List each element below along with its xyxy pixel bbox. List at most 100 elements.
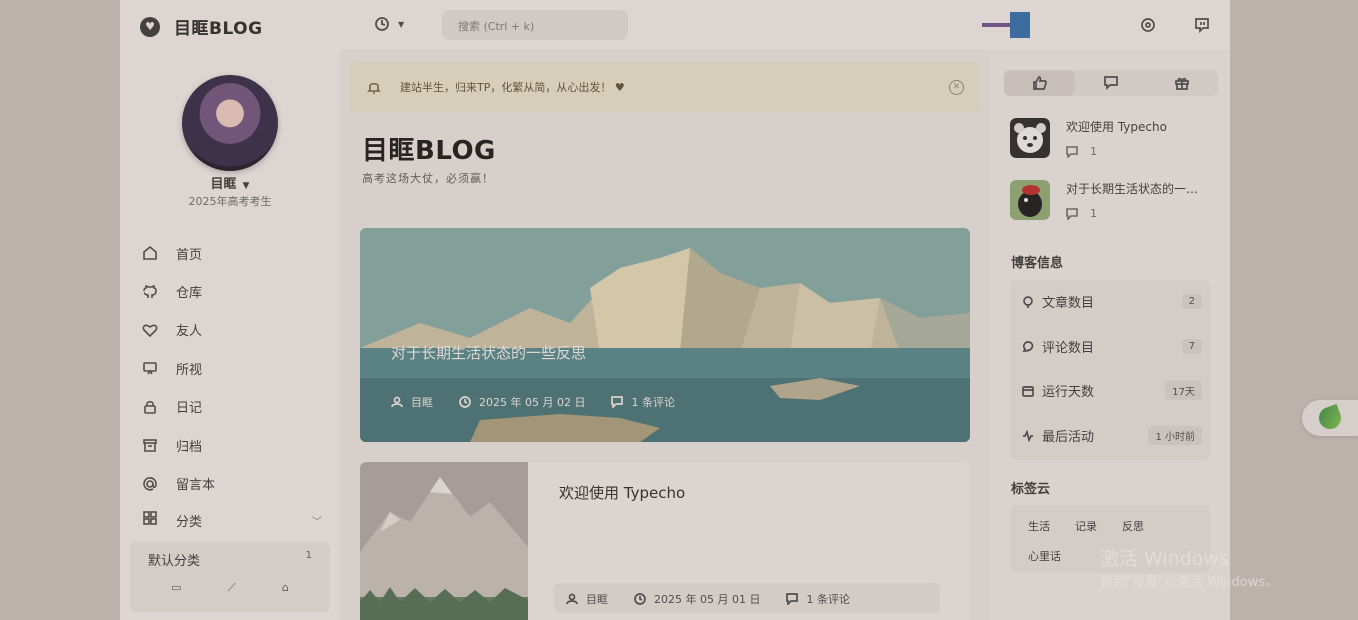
activity-icon <box>1023 429 1033 442</box>
grid-icon <box>142 510 158 530</box>
github-icon <box>142 284 158 300</box>
close-icon[interactable]: ✕ <box>949 79 964 95</box>
heart-icon <box>142 322 158 338</box>
categories-label: 分类 <box>176 514 203 530</box>
message-icon[interactable] <box>1194 17 1210 34</box>
caret-down-icon: ▼ <box>398 19 405 29</box>
leaf-widget-icon[interactable] <box>1302 400 1358 436</box>
info-row-days: 运行天数 17天 <box>1022 381 1202 400</box>
notice-text: 建站半生，归来TP，化繁从简，从心出发！ ♥ <box>400 81 625 94</box>
info-value: 1 小时前 <box>1148 426 1202 445</box>
caret-down-icon: ▼ <box>242 181 250 191</box>
brand[interactable]: ♥ 目眶BLOG <box>140 14 263 39</box>
windows-activation-title: 激活 Windows <box>1100 548 1229 570</box>
comment-icon <box>1022 340 1034 352</box>
nav-label: 留言本 <box>176 478 216 494</box>
tab-gift[interactable] <box>1147 70 1218 96</box>
tag-item[interactable]: 生活 <box>1028 518 1050 534</box>
info-label: 文章数目 <box>1042 296 1095 311</box>
nav-item-diary[interactable]: 日记 <box>142 388 322 426</box>
bell-icon <box>366 79 382 95</box>
recent-post-comments: 1 <box>1090 145 1097 158</box>
post-author: 目眶 <box>411 396 433 409</box>
nav-item-friends[interactable]: 友人 <box>142 311 322 349</box>
github-icon[interactable]: ⌂ <box>282 581 289 595</box>
nav-item-repo[interactable]: 仓库 <box>142 272 322 310</box>
tag-item[interactable]: 心里话 <box>1028 548 1061 564</box>
tag-item[interactable]: 反思 <box>1122 518 1144 534</box>
sidebar-nav: 首页 仓库 友人 所视 日记 归档 留言本 <box>142 234 322 503</box>
windows-activation-text: 转到"设置"以激活 Windows。 <box>1100 575 1279 590</box>
thumbs-up-icon <box>1032 76 1047 90</box>
monitor-icon <box>142 360 158 376</box>
post-title[interactable]: 对于长期生活状态的一些反思 <box>391 342 586 363</box>
post-meta: 目眶 2025 年 05 月 01 日 1 条评论 <box>566 591 850 607</box>
gift-icon <box>1175 77 1190 90</box>
nav-label: 仓库 <box>176 286 203 302</box>
calendar-icon <box>1022 385 1034 397</box>
recent-post-item[interactable]: 欢迎使用 Typecho 1 <box>1010 118 1220 158</box>
flag-icon[interactable] <box>982 12 1030 38</box>
archive-icon <box>142 437 158 453</box>
recent-post-item[interactable]: 对于长期生活状态的一些反思 1 <box>1010 180 1220 220</box>
recent-post-title: 欢迎使用 Typecho <box>1066 120 1167 134</box>
main-content: 建站半生，归来TP，化繁从简，从心出发！ ♥ ✕ 目眶BLOG 高考这场大仗，必… <box>340 50 990 620</box>
info-label: 运行天数 <box>1042 385 1095 400</box>
nav-item-archive[interactable]: 归档 <box>142 426 322 464</box>
home-icon <box>142 245 158 261</box>
tag-item[interactable]: 记录 <box>1075 518 1097 534</box>
page-title: 目眶BLOG <box>362 136 496 166</box>
comment-icon <box>1066 145 1078 158</box>
clock-icon <box>459 396 471 408</box>
category-panel: 默认分类 1 ▭ ⟋ ⌂ <box>130 542 330 612</box>
post-author: 目眶 <box>586 593 608 606</box>
user-subtitle: 2025年高考考生 <box>188 195 272 208</box>
rss-icon[interactable]: ⟋ <box>228 581 236 595</box>
avatar[interactable] <box>182 75 278 171</box>
nav-item-guestbook[interactable]: 留言本 <box>142 464 322 502</box>
nav-item-view[interactable]: 所视 <box>142 349 322 387</box>
comment-icon[interactable]: ▭ <box>171 581 181 595</box>
post-cover-image <box>360 462 528 620</box>
categories-toggle[interactable]: 分类 ﹀ <box>142 510 322 530</box>
user-icon <box>566 593 578 605</box>
sidebar-tabs <box>1004 70 1218 96</box>
nav-label: 首页 <box>176 247 203 263</box>
tag-cloud-title: 标签云 <box>1011 482 1051 497</box>
category-name: 默认分类 <box>148 554 201 569</box>
comment-icon <box>611 396 624 408</box>
post-title[interactable]: 欢迎使用 Typecho <box>559 482 685 503</box>
nav-label: 日记 <box>176 401 203 417</box>
post-date: 2025 年 05 月 01 日 <box>654 593 761 606</box>
post-card[interactable]: 欢迎使用 Typecho 目眶 2025 年 05 月 01 日 1 条评论 <box>360 462 970 620</box>
info-row-activity: 最后活动 1 小时前 <box>1022 426 1202 445</box>
blog-info-title: 博客信息 <box>1011 256 1064 271</box>
tab-comments[interactable] <box>1075 70 1146 96</box>
clock-icon <box>634 593 646 605</box>
username-menu[interactable]: 目眶 ▼ <box>120 173 340 192</box>
category-count: 1 <box>305 550 312 561</box>
category-item[interactable]: 默认分类 1 <box>148 550 312 569</box>
username: 目眶 <box>210 177 237 192</box>
tab-popular[interactable] <box>1004 70 1076 96</box>
comment-icon <box>1104 76 1118 90</box>
notice-banner: 建站半生，归来TP，化繁从简，从心出发！ ♥ ✕ <box>350 62 980 112</box>
post-comments[interactable]: 1 条评论 <box>631 394 675 410</box>
blog-info-panel: 文章数目 2 评论数目 7 运行天数 17天 最后活动 1 小时前 <box>1010 280 1210 460</box>
search-input[interactable]: 搜索 (Ctrl + k) <box>442 10 628 40</box>
info-value: 7 <box>1181 339 1202 354</box>
post-meta-box: 目眶 2025 年 05 月 01 日 1 条评论 <box>554 583 940 613</box>
comment-icon <box>786 593 799 605</box>
brand-name: 目眶BLOG <box>174 19 263 39</box>
nav-item-home[interactable]: 首页 <box>142 234 322 272</box>
info-row-posts: 文章数目 2 <box>1022 292 1202 311</box>
post-card[interactable]: 对于长期生活状态的一些反思 目眶 2025 年 05 月 02 日 1 条评论 <box>360 228 970 442</box>
info-row-comments: 评论数目 7 <box>1022 337 1202 356</box>
user-icon <box>391 396 403 408</box>
history-dropdown[interactable]: ▼ <box>374 16 404 32</box>
post-date: 2025 年 05 月 02 日 <box>479 396 586 409</box>
post-comments[interactable]: 1 条评论 <box>806 591 850 607</box>
nav-label: 归档 <box>176 439 203 455</box>
theme-toggle-icon[interactable] <box>1140 17 1156 33</box>
left-sidebar: ♥ 目眶BLOG 目眶 ▼ 2025年高考考生 首页 仓库 友人 所视 日记 归档 <box>120 0 340 620</box>
